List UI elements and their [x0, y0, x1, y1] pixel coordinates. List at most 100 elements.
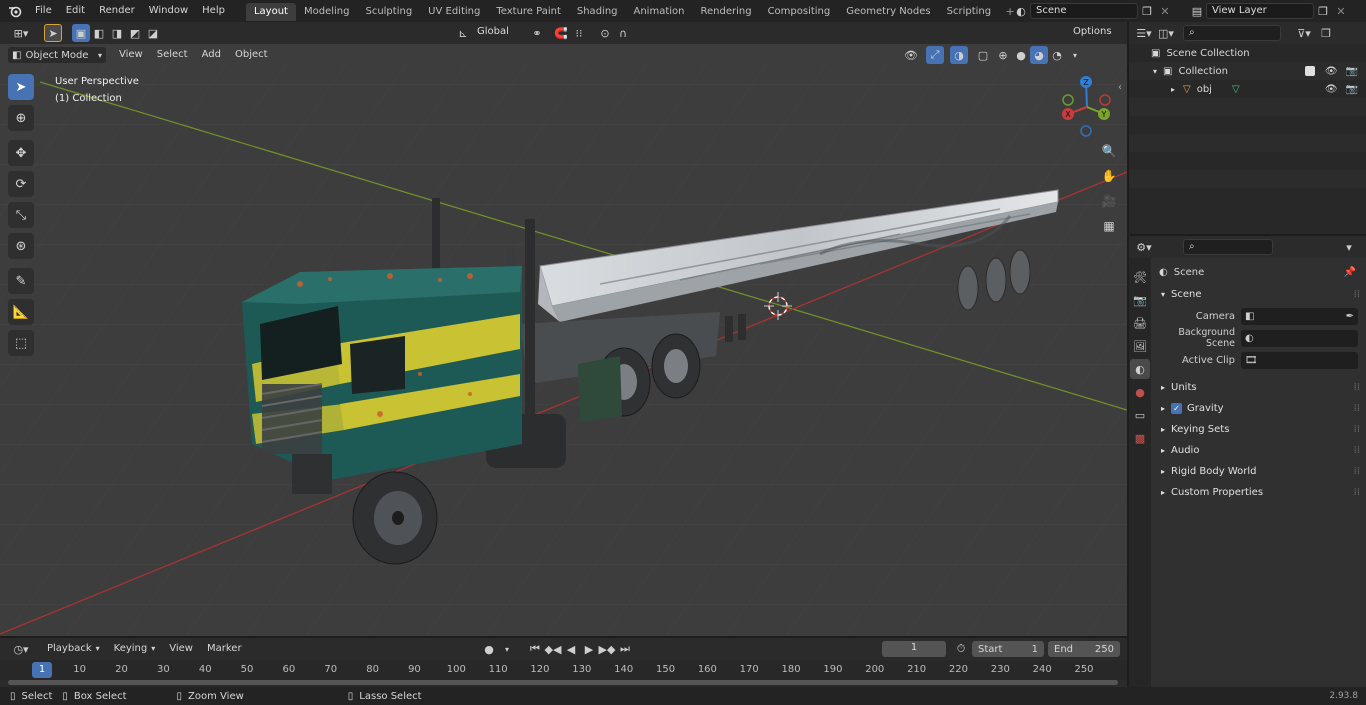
output-tab-icon[interactable]: 🖨 — [1130, 313, 1150, 333]
collection-tab-icon[interactable]: ▭ — [1130, 405, 1150, 425]
tab-shading[interactable]: Shading — [569, 3, 626, 21]
playhead[interactable]: 1 — [32, 662, 52, 678]
outliner-row-collection[interactable]: ▾ ▣ Collection 👁 📷 — [1129, 62, 1366, 80]
measure-tool-icon[interactable]: 📐 — [8, 299, 34, 325]
navigation-gizmo[interactable]: Z Y X — [1052, 72, 1122, 142]
filter-icon[interactable]: ⊽▾ — [1295, 24, 1313, 42]
pan-hand-icon[interactable]: ✋ — [1098, 165, 1120, 187]
panel-scene-header[interactable]: ▾ Scene ⁞⁞ — [1153, 284, 1366, 305]
current-frame-field[interactable]: 1 — [882, 641, 946, 657]
panel-units-header[interactable]: ▸ Units ⁞⁞ — [1153, 377, 1366, 398]
tab-layout[interactable]: Layout — [245, 3, 296, 21]
tab-scripting[interactable]: Scripting — [939, 3, 999, 21]
outliner-row-obj[interactable]: ▸ ▽ obj ▽ 👁 📷 — [1129, 80, 1366, 98]
drag-handle-icon[interactable]: ⁞⁞ — [1354, 382, 1360, 393]
drag-handle-icon[interactable]: ⁞⁞ — [1354, 424, 1360, 435]
new-view-layer-icon[interactable]: ❐ — [1314, 2, 1332, 20]
select-subtract-icon[interactable]: ◨ — [108, 24, 126, 42]
display-mode-icon[interactable]: ◫▾ — [1157, 24, 1175, 42]
eye-icon[interactable]: 👁 — [1325, 66, 1338, 77]
properties-options-icon[interactable]: ▾ — [1340, 238, 1358, 256]
preview-range-icon[interactable]: ⏱ — [952, 640, 970, 658]
prev-keyframe-icon[interactable]: ◆◀ — [544, 640, 562, 658]
background-scene-field[interactable]: ◐ — [1241, 329, 1358, 347]
move-tool-icon[interactable]: ✥ — [8, 140, 34, 166]
outliner-row-scene-collection[interactable]: ▣ Scene Collection — [1129, 44, 1366, 62]
scale-tool-icon[interactable]: ⤡ — [8, 202, 34, 228]
drag-handle-icon[interactable]: ⁞⁞ — [1354, 445, 1360, 456]
drag-handle-icon[interactable]: ⁞⁞ — [1354, 289, 1360, 300]
camera-icon[interactable]: 📷 — [1346, 84, 1358, 95]
marker-menu[interactable]: Marker — [200, 638, 249, 660]
timeline-scrollbar[interactable] — [8, 680, 1118, 685]
select-new-icon[interactable]: ▣ — [72, 24, 90, 42]
view-layer-icon[interactable]: ▤ — [1188, 2, 1206, 20]
sidebar-toggle-icon[interactable]: ‹ — [1118, 82, 1122, 93]
ortho-grid-icon[interactable]: ▦ — [1098, 215, 1120, 237]
shading-options-icon[interactable]: ▾ — [1066, 46, 1084, 64]
pivot-icon[interactable]: ⚭ — [528, 24, 546, 42]
add-cube-tool-icon[interactable]: ⬚ — [8, 330, 34, 356]
tab-geometry-nodes[interactable]: Geometry Nodes — [838, 3, 938, 21]
new-scene-icon[interactable]: ❐ — [1138, 2, 1156, 20]
tab-animation[interactable]: Animation — [626, 3, 693, 21]
scene-icon[interactable]: ◐ — [1012, 2, 1030, 20]
frame-start-field[interactable]: Start 1 — [972, 641, 1044, 657]
snap-icon[interactable]: 🧲 — [552, 24, 570, 42]
exclude-checkbox[interactable] — [1304, 66, 1315, 76]
tab-compositing[interactable]: Compositing — [760, 3, 839, 21]
drag-handle-icon[interactable]: ⁞⁞ — [1354, 403, 1360, 414]
snap-target-icon[interactable]: ⁝⁝ — [570, 24, 588, 42]
panel-audio-header[interactable]: ▸ Audio ⁞⁞ — [1153, 440, 1366, 461]
overlay-toggle-icon[interactable]: ◑ — [950, 46, 968, 64]
drag-handle-icon[interactable]: ⁞⁞ — [1354, 487, 1360, 498]
menu-help[interactable]: Help — [195, 0, 232, 22]
shading-material-icon[interactable]: ◕ — [1030, 46, 1048, 64]
falloff-icon[interactable]: ∩ — [614, 24, 632, 42]
tab-texture-paint[interactable]: Texture Paint — [488, 3, 569, 21]
editor-type-icon[interactable]: ⊞▾ — [8, 24, 34, 42]
shading-wireframe-icon[interactable]: ⊕ — [994, 46, 1012, 64]
menu-window[interactable]: Window — [142, 0, 195, 22]
tool-tab-icon[interactable]: 🛠 — [1130, 267, 1150, 287]
transform-tool-icon[interactable]: ⊛ — [8, 233, 34, 259]
view-layer-tab-icon[interactable]: 🖼 — [1130, 336, 1150, 356]
tab-uv-editing[interactable]: UV Editing — [420, 3, 488, 21]
tab-sculpting[interactable]: Sculpting — [357, 3, 420, 21]
viewport-menu-view[interactable]: View — [112, 44, 150, 66]
drag-handle-icon[interactable]: ⁞⁞ — [1354, 466, 1360, 477]
menu-file[interactable]: File — [28, 0, 59, 22]
outliner-editor-icon[interactable]: ☰▾ — [1135, 24, 1153, 42]
options-button[interactable]: Options — [1068, 25, 1124, 41]
orientation-dropdown[interactable]: Global — [472, 25, 522, 41]
active-clip-field[interactable]: 🎞 — [1241, 351, 1358, 369]
rotate-tool-icon[interactable]: ⟳ — [8, 171, 34, 197]
timeline-view-menu[interactable]: View — [162, 638, 200, 660]
play-reverse-icon[interactable]: ◀ — [562, 640, 580, 658]
properties-editor-icon[interactable]: ⚙▾ — [1135, 238, 1153, 256]
visibility-icon[interactable]: 👁 — [902, 46, 920, 64]
jump-end-icon[interactable]: ⏭ — [616, 640, 634, 658]
panel-gravity-header[interactable]: ▸ ✓ Gravity ⁞⁞ — [1153, 398, 1366, 419]
playback-menu[interactable]: Playback ▾ — [40, 638, 107, 660]
properties-search-input[interactable]: ⌕ — [1183, 239, 1273, 255]
delete-scene-icon[interactable]: ✕ — [1156, 2, 1174, 20]
viewport-menu-add[interactable]: Add — [195, 44, 228, 66]
select-invert-icon[interactable]: ◩ — [126, 24, 144, 42]
new-collection-icon[interactable]: ❐ — [1317, 24, 1335, 42]
select-box-tool-icon[interactable]: ➤ — [8, 74, 34, 100]
shading-solid-icon[interactable]: ● — [1012, 46, 1030, 64]
menu-edit[interactable]: Edit — [59, 0, 92, 22]
gravity-checkbox[interactable]: ✓ — [1171, 403, 1183, 414]
keying-menu[interactable]: Keying ▾ — [107, 638, 163, 660]
frame-end-field[interactable]: End 250 — [1048, 641, 1120, 657]
select-tool-icon[interactable]: ➤ — [44, 24, 62, 42]
camera-view-icon[interactable]: 🎥 — [1098, 190, 1120, 212]
view-layer-field[interactable]: View Layer — [1206, 3, 1314, 19]
auto-key-options-icon[interactable]: ▾ — [498, 640, 516, 658]
viewport-menu-object[interactable]: Object — [228, 44, 275, 66]
menu-render[interactable]: Render — [92, 0, 142, 22]
pin-icon[interactable]: 📌 — [1344, 267, 1356, 278]
play-icon[interactable]: ▶ — [580, 640, 598, 658]
delete-view-layer-icon[interactable]: ✕ — [1332, 2, 1350, 20]
